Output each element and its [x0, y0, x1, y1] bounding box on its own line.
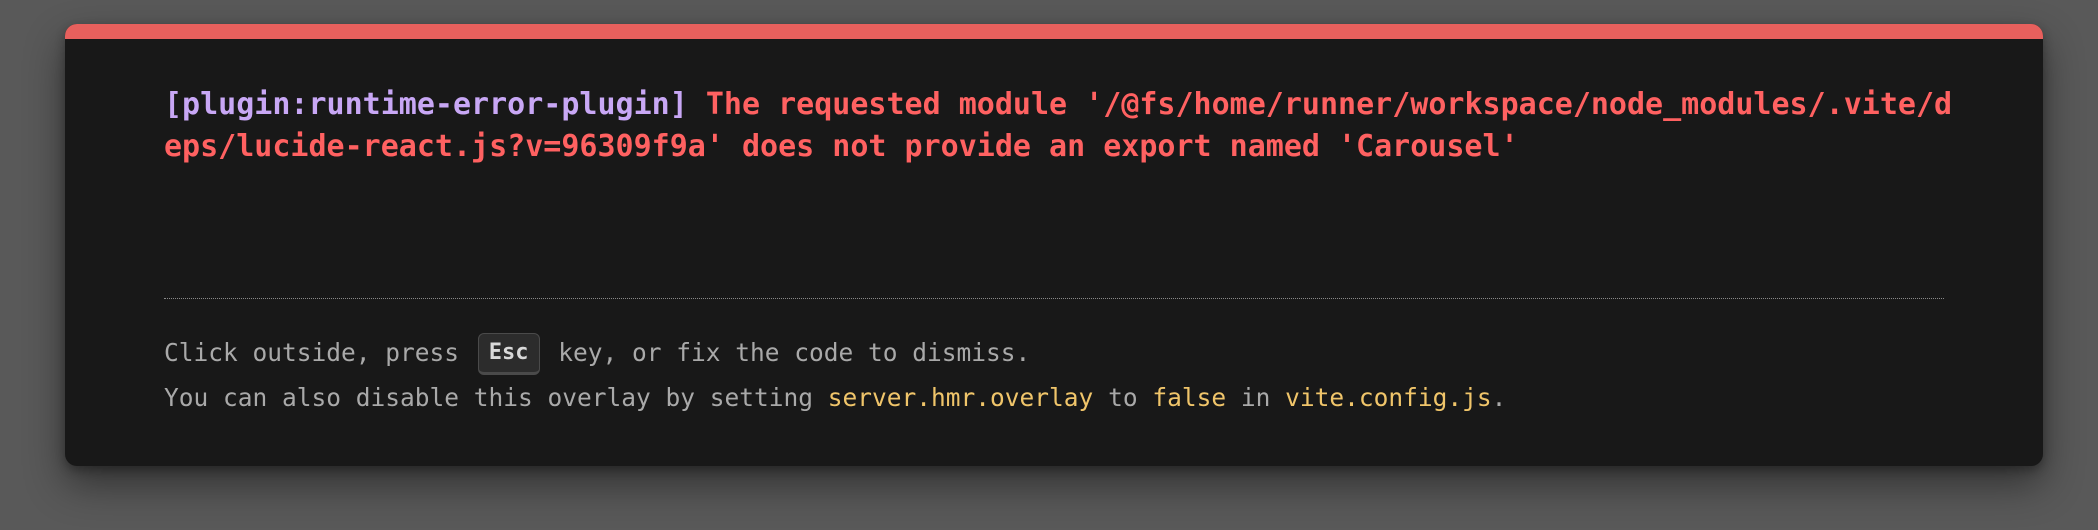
- divider: [164, 298, 1944, 299]
- esc-key: Esc: [477, 333, 540, 375]
- value-code: false: [1152, 383, 1227, 412]
- error-message: [plugin:runtime-error-plugin] The reques…: [164, 84, 1964, 167]
- tip-line2-in: in: [1240, 383, 1271, 412]
- tip-line1-before: Click outside, press: [164, 338, 460, 367]
- plugin-name: [plugin:runtime-error-plugin]: [164, 87, 688, 122]
- setting-code: server.hmr.overlay: [827, 383, 1094, 412]
- disable-tip: You can also disable this overlay by set…: [164, 380, 1506, 416]
- tip-line2-end: .: [1491, 383, 1507, 412]
- tip-line1-after: key, or fix the code to dismiss.: [558, 338, 1031, 367]
- tip-line2-to: to: [1108, 383, 1138, 412]
- config-file-code: vite.config.js: [1285, 383, 1492, 412]
- error-accent-stripe: [65, 24, 2043, 39]
- error-overlay: [plugin:runtime-error-plugin] The reques…: [65, 24, 2043, 466]
- dismiss-tip: Click outside, press Esc key, or fix the…: [164, 333, 1030, 375]
- tip-line2-before: You can also disable this overlay by set…: [164, 383, 814, 412]
